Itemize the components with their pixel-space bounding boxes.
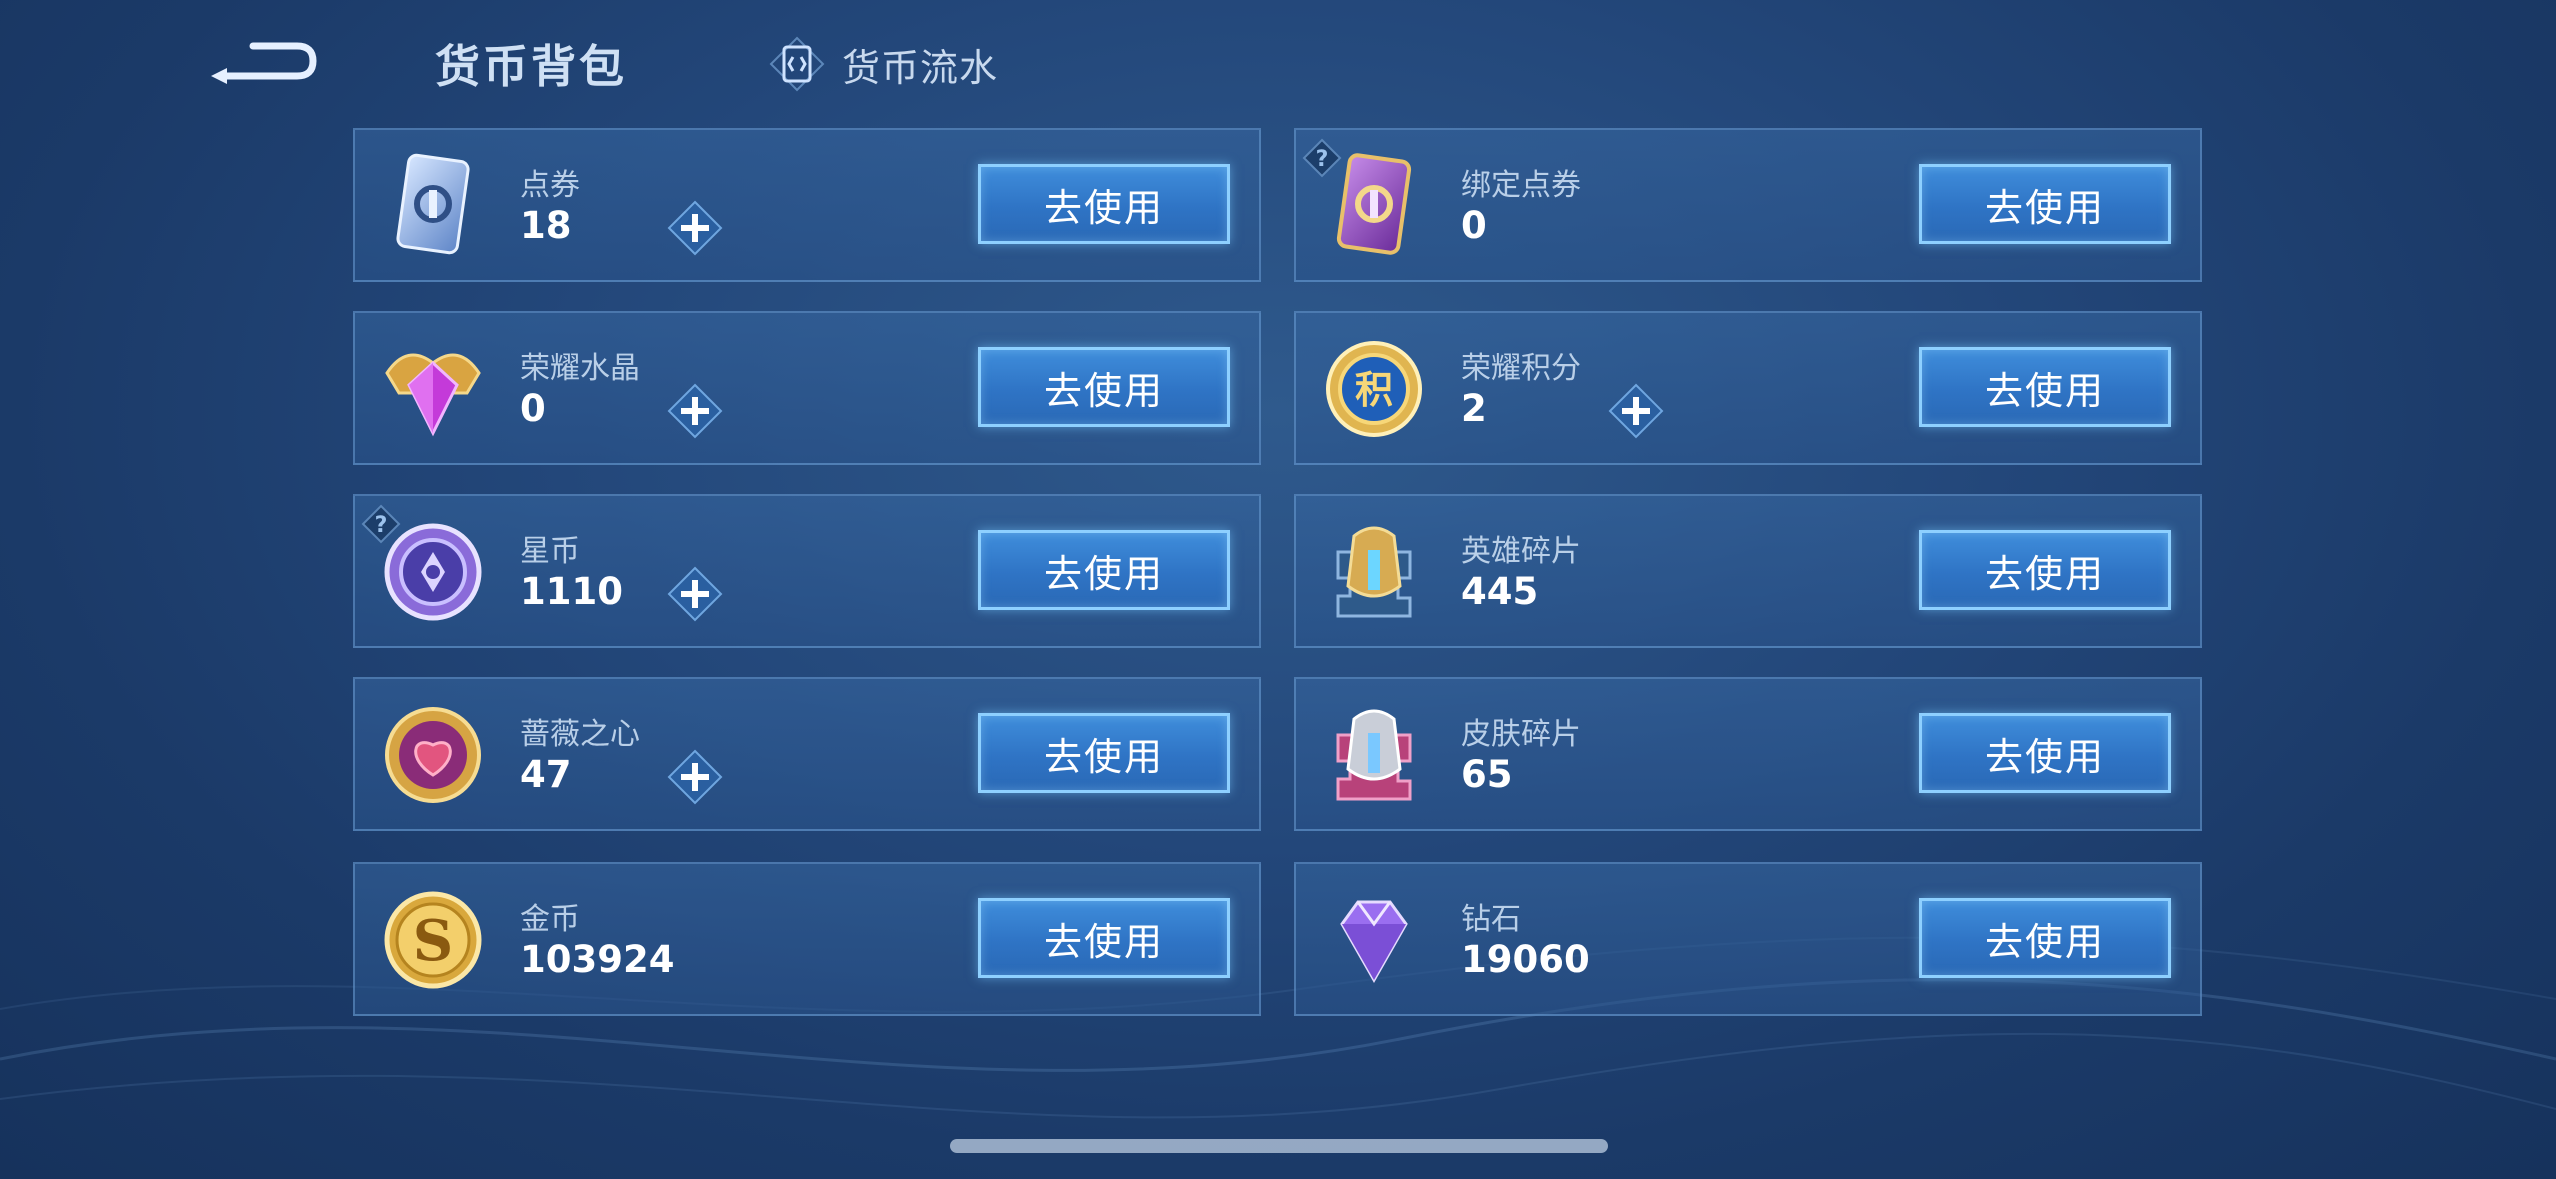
currency-name: 钻石 xyxy=(1461,902,1521,937)
use-button[interactable]: 去使用 xyxy=(978,713,1230,793)
currency-card: 点券 18 去使用 xyxy=(353,128,1261,282)
glory-crystal-icon xyxy=(377,333,489,445)
svg-text:?: ? xyxy=(1316,147,1329,172)
top-bar: 货币背包 货币流水 xyxy=(0,0,2556,120)
add-currency-icon[interactable] xyxy=(665,747,725,807)
currency-value: 445 xyxy=(1461,570,1539,613)
back-arrow-icon[interactable] xyxy=(205,32,320,90)
currency-flow-tab[interactable]: 货币流水 xyxy=(768,36,998,92)
gold-coin-icon: S xyxy=(377,884,489,996)
currency-name: 皮肤碎片 xyxy=(1461,717,1581,752)
use-button[interactable]: 去使用 xyxy=(1919,713,2171,793)
svg-text:S: S xyxy=(413,908,453,974)
currency-name: 蔷薇之心 xyxy=(520,717,640,752)
currency-name: 金币 xyxy=(520,902,580,937)
currency-value: 1110 xyxy=(520,570,623,613)
voucher-icon xyxy=(377,150,489,262)
add-currency-icon[interactable] xyxy=(1606,381,1666,441)
currency-value: 0 xyxy=(520,387,546,430)
currency-card: 皮肤碎片 65 去使用 xyxy=(1294,677,2202,831)
currency-card: 积 荣耀积分 2 去使用 xyxy=(1294,311,2202,465)
use-button[interactable]: 去使用 xyxy=(978,164,1230,244)
currency-card: 荣耀水晶 0 去使用 xyxy=(353,311,1261,465)
currency-card: ? 绑定点券 0 去使用 xyxy=(1294,128,2202,282)
use-button[interactable]: 去使用 xyxy=(1919,530,2171,610)
currency-name: 英雄碎片 xyxy=(1461,534,1581,569)
page-title: 货币背包 xyxy=(435,40,628,93)
currency-card: 蔷薇之心 47 去使用 xyxy=(353,677,1261,831)
add-currency-icon[interactable] xyxy=(665,198,725,258)
home-indicator[interactable] xyxy=(950,1139,1608,1153)
svg-text:积: 积 xyxy=(1355,368,1393,412)
currency-flow-label: 货币流水 xyxy=(842,45,999,90)
ledger-icon xyxy=(769,36,825,92)
currency-card: ? 星币 1110 去使用 xyxy=(353,494,1261,648)
currency-card: 英雄碎片 445 去使用 xyxy=(1294,494,2202,648)
currency-value: 19060 xyxy=(1461,938,1590,981)
currency-name: 星币 xyxy=(520,534,580,569)
skin-fragment-icon xyxy=(1318,699,1430,811)
use-button[interactable]: 去使用 xyxy=(978,530,1230,610)
help-icon[interactable]: ? xyxy=(361,504,401,544)
help-icon[interactable]: ? xyxy=(1302,138,1342,178)
svg-text:?: ? xyxy=(375,513,388,538)
diamond-icon xyxy=(1318,884,1430,996)
currency-value: 18 xyxy=(520,204,572,247)
currency-card: S 金币 103924 去使用 xyxy=(353,862,1261,1016)
currency-card: 钻石 19060 去使用 xyxy=(1294,862,2202,1016)
currency-name: 绑定点券 xyxy=(1461,168,1581,203)
use-button[interactable]: 去使用 xyxy=(978,898,1230,978)
hero-fragment-icon xyxy=(1318,516,1430,628)
use-button[interactable]: 去使用 xyxy=(1919,347,2171,427)
currency-value: 2 xyxy=(1461,387,1487,430)
use-button[interactable]: 去使用 xyxy=(1919,164,2171,244)
use-button[interactable]: 去使用 xyxy=(1919,898,2171,978)
currency-value: 103924 xyxy=(520,938,675,981)
add-currency-icon[interactable] xyxy=(665,381,725,441)
add-currency-icon[interactable] xyxy=(665,564,725,624)
use-button[interactable]: 去使用 xyxy=(978,347,1230,427)
currency-value: 47 xyxy=(520,753,572,796)
currency-value: 0 xyxy=(1461,204,1487,247)
currency-name: 点券 xyxy=(520,168,580,203)
currency-name: 荣耀水晶 xyxy=(520,351,640,386)
glory-points-icon: 积 xyxy=(1318,333,1430,445)
currency-value: 65 xyxy=(1461,753,1513,796)
currency-name: 荣耀积分 xyxy=(1461,351,1581,386)
rose-heart-icon xyxy=(377,699,489,811)
